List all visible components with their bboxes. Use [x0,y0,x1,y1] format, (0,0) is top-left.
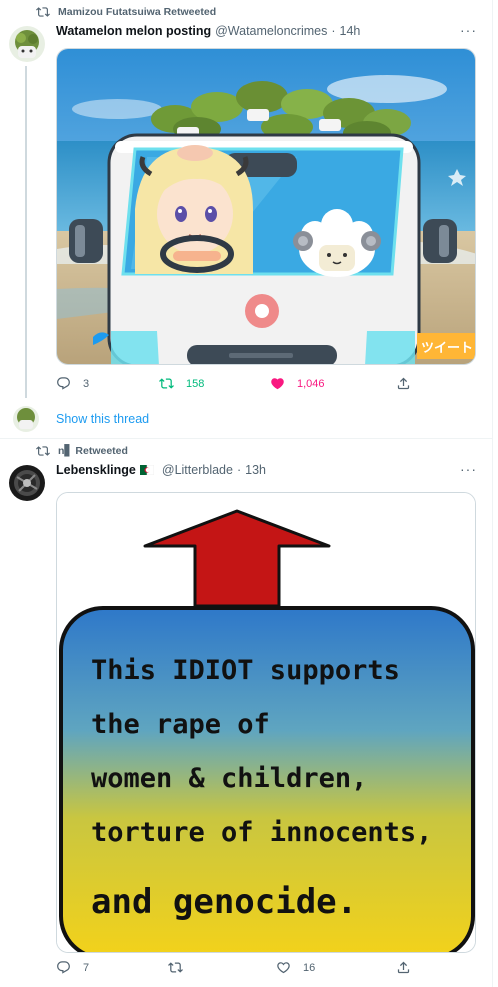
retweeted-by-label[interactable]: Mamizou Futatsuiwa Retweeted [58,6,216,18]
display-name[interactable]: Watamelon melon posting [56,24,211,38]
handle[interactable]: @Litterblade [162,463,233,477]
tweet-lebensklinge[interactable]: n▋ Retweeted Lebensklinge @Litterblade ·… [0,439,492,987]
tweet-media-image[interactable]: ツイート [56,48,476,365]
share-button[interactable] [396,960,423,975]
anime-truck-illustration: ツイート [57,49,475,364]
thread-connector [25,66,27,398]
timestamp[interactable]: 14h [340,24,361,38]
more-options-icon[interactable]: ··· [460,22,477,38]
separator-dot: · [236,463,242,477]
sign-line-2: the rape of [91,709,270,740]
handle[interactable]: @Watameloncrimes [215,24,327,38]
share-button[interactable] [396,376,423,391]
tweet-media-image[interactable]: This IDIOT supports the rape of women & … [56,492,476,953]
reply-button[interactable]: 3 [56,376,89,391]
sign-line-3: women & children, [91,763,367,794]
retweet-context: Mamizou Futatsuiwa Retweeted [36,4,216,20]
retweet-context-icon [36,7,50,17]
heart-filled-icon [271,378,284,390]
retweet-context: n▋ Retweeted [36,443,128,459]
flag-icon [139,465,154,475]
sign-line-5: and genocide. [91,882,357,922]
separator-dot: · [331,24,336,38]
reply-icon [57,961,70,974]
retweet-icon [159,378,174,389]
tweet-watamelon[interactable]: Mamizou Futatsuiwa Retweeted Watamelon m… [0,0,492,438]
retweeted-by-label[interactable]: n▋ Retweeted [58,445,128,457]
avatar[interactable] [9,465,45,501]
timestamp[interactable]: 13h [245,463,266,477]
sign-line-4: torture of innocents, [91,817,432,848]
show-thread-link[interactable]: Show this thread [56,412,149,426]
tweet-actions: 7 16 [56,960,416,980]
retweet-button[interactable]: 158 [159,376,204,391]
meme-sign-illustration: This IDIOT supports the rape of women & … [57,493,475,952]
like-count: 1,046 [297,377,325,390]
retweet-context-icon [36,446,50,456]
image-overlay-text: ツイート [421,341,473,356]
reply-count: 7 [83,961,90,974]
tweet-actions: 3 158 1,046 [56,376,416,396]
share-icon [397,961,410,974]
like-button[interactable]: 1,046 [270,376,325,391]
share-icon [397,377,410,390]
like-count: 16 [303,961,316,974]
tweet-header: Lebensklinge @Litterblade · 13h [56,463,266,477]
reply-button[interactable]: 7 [56,960,89,975]
display-name[interactable]: Lebensklinge [56,463,136,477]
retweet-icon [168,962,183,973]
tweet-header: Watamelon melon posting @Watameloncrimes… [56,24,360,38]
more-options-icon[interactable]: ··· [460,461,477,477]
heart-icon [277,962,290,974]
reply-count: 3 [83,377,90,390]
reply-icon [57,377,70,390]
avatar[interactable] [9,26,45,62]
sign-line-1: This IDIOT supports [91,655,400,686]
retweet-count: 158 [186,377,205,390]
timeline-border [492,0,493,987]
thread-avatar[interactable] [13,406,39,432]
like-button[interactable]: 16 [276,960,315,975]
retweet-button[interactable] [168,960,195,975]
